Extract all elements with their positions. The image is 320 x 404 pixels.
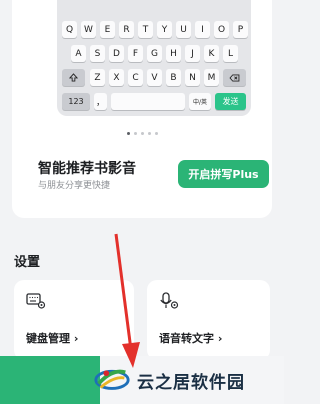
- keyboard-row-2: A S D F G H J K L: [57, 45, 251, 62]
- promo-card: Q W E R T Y U I O P A S D F G H J K L Z …: [12, 0, 272, 218]
- shift-key: [62, 69, 85, 86]
- carousel-dot: [147, 132, 151, 135]
- key-d: D: [109, 45, 124, 62]
- promo-subtitle: 与朋友分享更快捷: [38, 181, 111, 191]
- key-q: Q: [62, 21, 77, 38]
- space-key: [111, 93, 185, 110]
- key-h: H: [166, 45, 181, 62]
- key-j: J: [185, 45, 200, 62]
- keyboard-management-text: 键盘管理: [26, 332, 70, 345]
- microphone-settings-icon: [160, 292, 179, 309]
- keyboard-management-label: 键盘管理 ›: [26, 330, 78, 346]
- key-u: U: [176, 21, 191, 38]
- key-i: I: [195, 21, 210, 38]
- keyboard-preview: Q W E R T Y U I O P A S D F G H J K L Z …: [57, 0, 251, 116]
- punctuation-key: ，: [94, 93, 107, 110]
- key-l: L: [223, 45, 238, 62]
- key-n: N: [185, 69, 200, 86]
- carousel-dot: [126, 132, 130, 135]
- voice-to-text-label: 语音转文字 ›: [159, 330, 222, 346]
- keyboard-row-1: Q W E R T Y U I O P: [57, 21, 251, 38]
- enable-plus-button[interactable]: 开启拼写Plus: [178, 160, 269, 188]
- keyboard-row-3: Z X C V B N M: [57, 69, 251, 86]
- bottom-green-bar: [0, 356, 100, 404]
- key-g: G: [147, 45, 162, 62]
- voice-to-text-tile[interactable]: 语音转文字 ›: [147, 280, 270, 360]
- key-p: P: [233, 21, 248, 38]
- key-w: W: [81, 21, 96, 38]
- shift-icon: [69, 73, 78, 82]
- keyboard-row-4: 123 ， 中/英 发送: [57, 93, 251, 110]
- key-m: M: [204, 69, 219, 86]
- voice-to-text-text: 语音转文字: [159, 332, 214, 345]
- carousel-dot: [133, 132, 137, 135]
- key-f: F: [128, 45, 143, 62]
- promo-title: 智能推荐书影音: [38, 161, 136, 177]
- key-k: K: [204, 45, 219, 62]
- settings-section-title: 设置: [14, 255, 41, 270]
- backspace-icon: [229, 73, 240, 82]
- key-e: E: [100, 21, 115, 38]
- numbers-key: 123: [62, 93, 90, 110]
- send-key: 发送: [215, 93, 246, 110]
- red-arrow-annotation: [114, 233, 140, 368]
- watermark-text: 云之居软件园: [137, 373, 245, 393]
- key-b: B: [166, 69, 181, 86]
- carousel-dot: [154, 132, 158, 135]
- key-z: Z: [90, 69, 105, 86]
- chevron-right-icon: ›: [217, 332, 223, 345]
- carousel-indicator: [12, 132, 272, 135]
- key-r: R: [119, 21, 134, 38]
- key-x: X: [109, 69, 124, 86]
- chevron-right-icon: ›: [73, 332, 79, 345]
- backspace-key: [223, 69, 246, 86]
- keyboard-settings-icon: [26, 293, 46, 309]
- key-o: O: [214, 21, 229, 38]
- key-a: A: [71, 45, 86, 62]
- carousel-dot: [140, 132, 144, 135]
- key-t: T: [138, 21, 153, 38]
- key-c: C: [128, 69, 143, 86]
- key-s: S: [90, 45, 105, 62]
- language-key: 中/英: [189, 93, 211, 110]
- key-v: V: [147, 69, 162, 86]
- key-y: Y: [157, 21, 172, 38]
